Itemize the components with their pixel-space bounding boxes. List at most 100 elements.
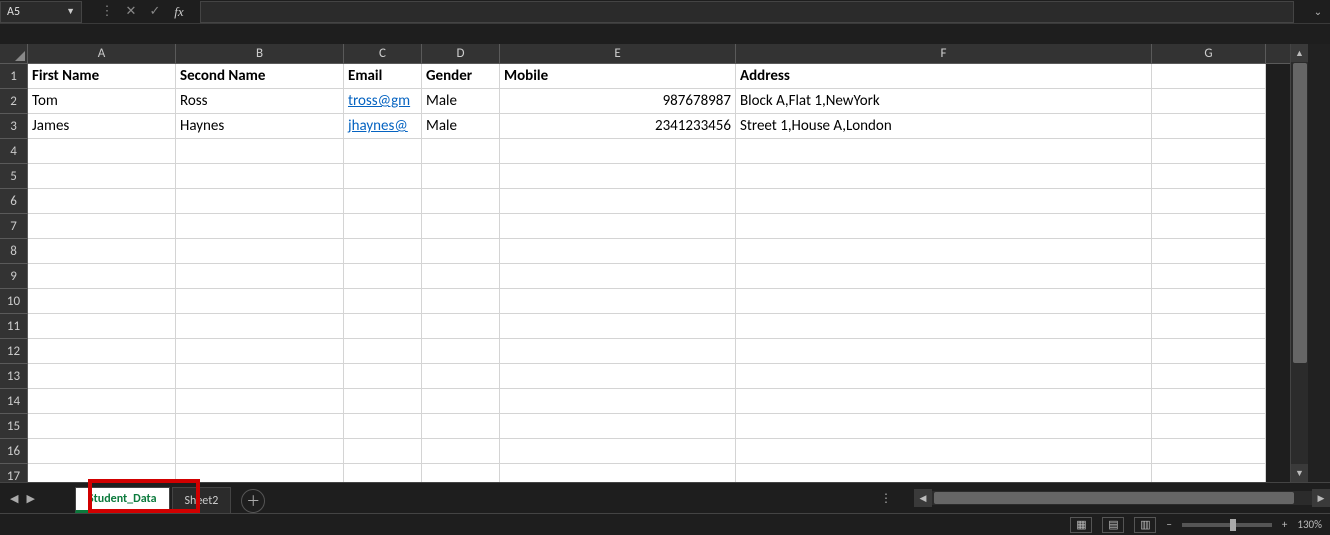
cell-F17[interactable] bbox=[736, 464, 1152, 482]
cell-D8[interactable] bbox=[422, 239, 500, 264]
cell-E7[interactable] bbox=[500, 214, 736, 239]
cell-A11[interactable] bbox=[28, 314, 176, 339]
cell-A3[interactable]: James bbox=[28, 114, 176, 139]
cell-C6[interactable] bbox=[344, 189, 422, 214]
cell-A13[interactable] bbox=[28, 364, 176, 389]
cell-B17[interactable] bbox=[176, 464, 344, 482]
cancel-icon[interactable]: ✕ bbox=[124, 4, 138, 19]
col-header-G[interactable]: G bbox=[1152, 44, 1266, 63]
cell-D4[interactable] bbox=[422, 139, 500, 164]
cell-F9[interactable] bbox=[736, 264, 1152, 289]
hscroll-thumb[interactable] bbox=[934, 492, 1294, 504]
cell-C11[interactable] bbox=[344, 314, 422, 339]
tab-next-icon[interactable]: ▶ bbox=[26, 492, 34, 505]
col-header-E[interactable]: E bbox=[500, 44, 736, 63]
row-header[interactable]: 17 bbox=[0, 464, 28, 482]
more-icon[interactable]: ⋮ bbox=[100, 4, 114, 19]
cell-B15[interactable] bbox=[176, 414, 344, 439]
cell-C4[interactable] bbox=[344, 139, 422, 164]
cell-E14[interactable] bbox=[500, 389, 736, 414]
cell-F16[interactable] bbox=[736, 439, 1152, 464]
cell-F12[interactable] bbox=[736, 339, 1152, 364]
cell-B8[interactable] bbox=[176, 239, 344, 264]
cell-D2[interactable]: Male bbox=[422, 89, 500, 114]
row-header[interactable]: 15 bbox=[0, 414, 28, 439]
cell-D1[interactable]: Gender bbox=[422, 64, 500, 89]
cell-G10[interactable] bbox=[1152, 289, 1266, 314]
cell-C1[interactable]: Email bbox=[344, 64, 422, 89]
fx-icon[interactable]: fx bbox=[172, 4, 186, 20]
cell-E15[interactable] bbox=[500, 414, 736, 439]
cell-C8[interactable] bbox=[344, 239, 422, 264]
vertical-scrollbar[interactable]: ▲ ▼ bbox=[1290, 44, 1308, 482]
cell-A6[interactable] bbox=[28, 189, 176, 214]
cell-E1[interactable]: Mobile bbox=[500, 64, 736, 89]
row-header[interactable]: 11 bbox=[0, 314, 28, 339]
cell-G13[interactable] bbox=[1152, 364, 1266, 389]
view-page-layout-icon[interactable]: ▤ bbox=[1102, 517, 1124, 533]
cell-B14[interactable] bbox=[176, 389, 344, 414]
cell-B9[interactable] bbox=[176, 264, 344, 289]
cell-F11[interactable] bbox=[736, 314, 1152, 339]
zoom-in-icon[interactable]: + bbox=[1282, 518, 1287, 531]
cell-G7[interactable] bbox=[1152, 214, 1266, 239]
cell-E4[interactable] bbox=[500, 139, 736, 164]
cell-G14[interactable] bbox=[1152, 389, 1266, 414]
cell-F15[interactable] bbox=[736, 414, 1152, 439]
cell-B1[interactable]: Second Name bbox=[176, 64, 344, 89]
cell-A12[interactable] bbox=[28, 339, 176, 364]
scroll-up-icon[interactable]: ▲ bbox=[1291, 44, 1308, 62]
cell-E12[interactable] bbox=[500, 339, 736, 364]
row-header[interactable]: 16 bbox=[0, 439, 28, 464]
cell-E16[interactable] bbox=[500, 439, 736, 464]
add-sheet-button[interactable]: ＋ bbox=[241, 489, 265, 513]
cell-B12[interactable] bbox=[176, 339, 344, 364]
cell-B6[interactable] bbox=[176, 189, 344, 214]
cell-B5[interactable] bbox=[176, 164, 344, 189]
cell-G2[interactable] bbox=[1152, 89, 1266, 114]
cell-C7[interactable] bbox=[344, 214, 422, 239]
cell-G5[interactable] bbox=[1152, 164, 1266, 189]
cell-C16[interactable] bbox=[344, 439, 422, 464]
cell-E2[interactable]: 987678987 bbox=[500, 89, 736, 114]
enter-icon[interactable]: ✓ bbox=[148, 4, 162, 19]
tabbar-more-icon[interactable]: ⋮ bbox=[880, 491, 894, 506]
cell-D3[interactable]: Male bbox=[422, 114, 500, 139]
cell-G16[interactable] bbox=[1152, 439, 1266, 464]
cell-F6[interactable] bbox=[736, 189, 1152, 214]
cell-B13[interactable] bbox=[176, 364, 344, 389]
cell-F14[interactable] bbox=[736, 389, 1152, 414]
cell-E10[interactable] bbox=[500, 289, 736, 314]
cell-E3[interactable]: 2341233456 bbox=[500, 114, 736, 139]
cell-F1[interactable]: Address bbox=[736, 64, 1152, 89]
cell-B11[interactable] bbox=[176, 314, 344, 339]
sheet-tab-student-data[interactable]: Student_Data bbox=[75, 487, 170, 513]
cell-D11[interactable] bbox=[422, 314, 500, 339]
formula-expand-icon[interactable]: ⌄ bbox=[1312, 5, 1330, 18]
cell-B4[interactable] bbox=[176, 139, 344, 164]
cell-G12[interactable] bbox=[1152, 339, 1266, 364]
cell-C5[interactable] bbox=[344, 164, 422, 189]
zoom-level[interactable]: 130% bbox=[1297, 518, 1322, 531]
cell-E11[interactable] bbox=[500, 314, 736, 339]
cell-C17[interactable] bbox=[344, 464, 422, 482]
cell-A2[interactable]: Tom bbox=[28, 89, 176, 114]
name-box-dropdown-icon[interactable]: ▼ bbox=[66, 6, 75, 17]
row-header[interactable]: 8 bbox=[0, 239, 28, 264]
hscroll-left-icon[interactable]: ◀ bbox=[914, 489, 932, 507]
cell-A17[interactable] bbox=[28, 464, 176, 482]
scroll-thumb[interactable] bbox=[1293, 63, 1307, 363]
row-header[interactable]: 1 bbox=[0, 64, 28, 89]
cell-A5[interactable] bbox=[28, 164, 176, 189]
row-header[interactable]: 12 bbox=[0, 339, 28, 364]
cell-C3[interactable]: jhaynes@ bbox=[344, 114, 422, 139]
row-header[interactable]: 10 bbox=[0, 289, 28, 314]
cell-F10[interactable] bbox=[736, 289, 1152, 314]
zoom-out-icon[interactable]: − bbox=[1166, 518, 1171, 531]
cell-G9[interactable] bbox=[1152, 264, 1266, 289]
cell-F5[interactable] bbox=[736, 164, 1152, 189]
cell-F3[interactable]: Street 1,House A,London bbox=[736, 114, 1152, 139]
cell-D14[interactable] bbox=[422, 389, 500, 414]
row-header[interactable]: 7 bbox=[0, 214, 28, 239]
row-header[interactable]: 3 bbox=[0, 114, 28, 139]
